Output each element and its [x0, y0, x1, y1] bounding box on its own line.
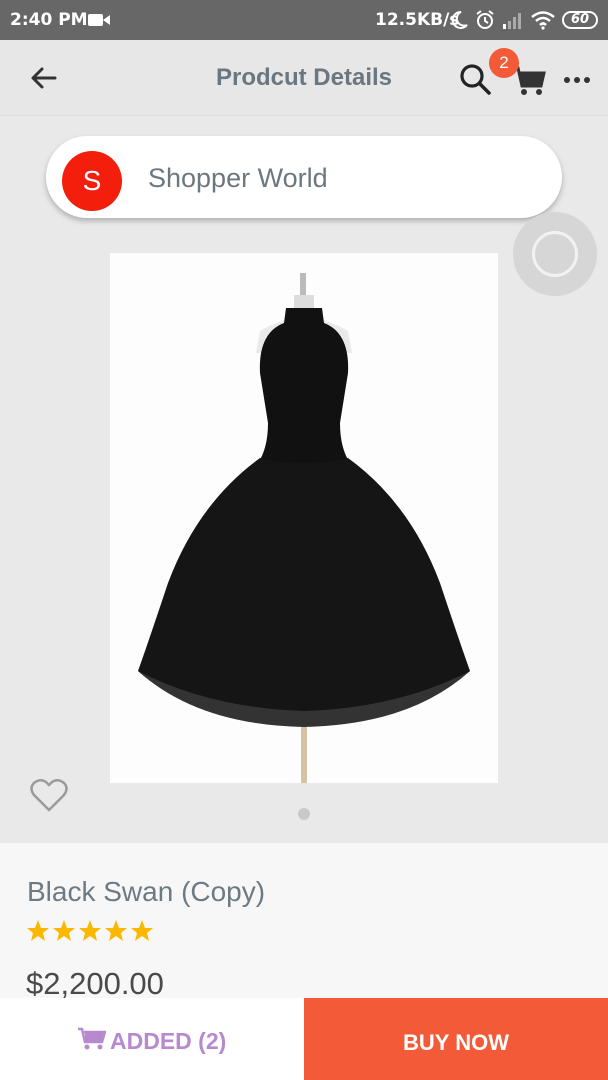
rating-stars — [26, 919, 156, 945]
star-icon — [130, 919, 154, 943]
network-speed: 12.5KB/s — [375, 10, 460, 30]
video-camera-icon — [88, 14, 110, 26]
cart-icon — [78, 1027, 106, 1050]
alarm-icon — [476, 10, 494, 29]
battery-level: 60 — [570, 12, 590, 27]
cart-count-badge: 2 — [489, 48, 519, 78]
signal-icon — [503, 13, 521, 29]
dress-image — [110, 253, 498, 783]
battery-icon: 60 — [562, 11, 598, 29]
shop-card[interactable]: S Shopper World — [46, 136, 562, 218]
search-icon[interactable] — [458, 62, 492, 96]
star-icon — [78, 919, 102, 943]
product-price: $2,200.00 — [26, 966, 164, 1001]
shop-name: Shopper World — [148, 163, 328, 193]
app-header: Prodcut Details 2 — [0, 40, 608, 116]
star-icon — [52, 919, 76, 943]
product-info: Black Swan (Copy) $2,200.00 — [0, 843, 608, 1003]
favorite-heart-icon[interactable] — [30, 777, 68, 813]
star-icon — [104, 919, 128, 943]
image-pager-dot[interactable] — [298, 808, 310, 820]
circle-icon — [532, 231, 578, 277]
product-name: Black Swan (Copy) — [27, 876, 266, 907]
buy-now-button[interactable]: BUY NOW — [304, 998, 608, 1080]
added-label: ADDED (2) — [110, 1028, 227, 1054]
product-image[interactable] — [110, 253, 498, 783]
moon-icon — [451, 10, 468, 29]
status-bar: 2:40 PM 12.5KB/s 60 — [0, 0, 608, 40]
wifi-icon — [531, 11, 555, 30]
bottom-action-bar: ADDED (2) BUY NOW — [0, 998, 608, 1080]
star-icon — [26, 919, 50, 943]
shop-avatar: S — [62, 151, 122, 211]
status-time: 2:40 PM — [10, 10, 88, 30]
added-to-cart-button[interactable]: ADDED (2) — [0, 998, 304, 1080]
floating-assist-button[interactable] — [513, 212, 597, 296]
buy-now-label: BUY NOW — [403, 1030, 509, 1055]
more-icon[interactable] — [562, 70, 592, 90]
